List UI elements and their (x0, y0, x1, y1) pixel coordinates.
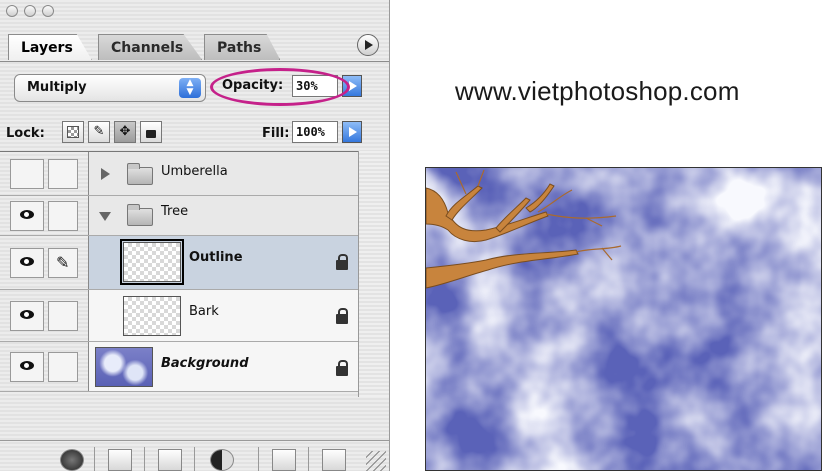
expand-triangle-icon[interactable] (101, 168, 110, 180)
fill-input[interactable]: 100% (292, 121, 338, 143)
visibility-toggle[interactable] (10, 300, 44, 331)
link-toggle[interactable] (48, 351, 78, 382)
layer-name: Outline (189, 250, 243, 265)
up-down-arrows-icon: ▲ ▼ (179, 78, 201, 98)
eye-icon (20, 360, 34, 370)
link-toggle[interactable] (48, 300, 78, 331)
toolbar-divider (308, 447, 309, 471)
eye-icon (20, 209, 34, 219)
layers-list: Umberella Tree ✎ Outline Bark Background (0, 151, 389, 397)
link-toggle[interactable]: ✎ (48, 247, 78, 278)
tab-paths[interactable]: Paths (204, 34, 281, 60)
collapse-triangle-icon[interactable] (99, 212, 111, 221)
layer-name: Background (161, 356, 249, 371)
toolbar-divider (144, 447, 145, 471)
paintbrush-icon: ✎ (56, 252, 70, 272)
eye-icon (20, 256, 34, 266)
layer-content: Outline (88, 236, 358, 289)
folder-icon (127, 204, 153, 226)
lock-position-button[interactable]: ✥ (114, 121, 136, 143)
toolbar-divider (94, 447, 95, 471)
tab-divider (0, 61, 389, 62)
tab-layers[interactable]: Layers (8, 34, 92, 60)
adjustment-layer-button[interactable] (210, 449, 234, 471)
visibility-toggle[interactable] (10, 247, 44, 278)
blend-mode-value: Multiply (27, 80, 87, 95)
layer-thumbnail (95, 347, 153, 387)
close-window-button[interactable] (6, 5, 18, 17)
fill-slider-button[interactable] (342, 121, 362, 143)
layers-palette: Layers Channels Paths Multiply ▲ ▼ Opacit… (0, 0, 390, 471)
lock-icon (146, 130, 156, 138)
palette-bottom-toolbar (0, 440, 389, 471)
visibility-toggle[interactable] (10, 200, 44, 231)
layer-row-umberella[interactable]: Umberella (0, 152, 358, 196)
visibility-toggle[interactable] (10, 351, 44, 382)
toolbar-divider (194, 447, 195, 471)
layer-name: Bark (189, 304, 219, 319)
visibility-toggle[interactable] (10, 158, 44, 189)
zoom-window-button[interactable] (42, 5, 54, 17)
lock-icon (336, 360, 348, 376)
lock-icon (336, 254, 348, 270)
link-toggle[interactable] (48, 200, 78, 231)
lock-transparency-button[interactable] (62, 121, 84, 143)
move-icon: ✥ (119, 124, 131, 139)
layer-thumbnail (120, 239, 184, 285)
lock-image-pixels-button[interactable]: ✎ (88, 121, 110, 143)
layer-content: Tree (88, 196, 358, 235)
lock-icon (336, 308, 348, 324)
layer-thumbnail (123, 296, 181, 336)
link-toggle[interactable] (48, 158, 78, 189)
trash-icon[interactable] (322, 449, 346, 471)
new-layer-button[interactable] (272, 449, 296, 471)
layer-content: Umberella (88, 152, 358, 195)
brush-icon: ✎ (93, 124, 105, 139)
palette-titlebar (0, 0, 389, 26)
lock-label: Lock: (6, 126, 45, 141)
new-group-button[interactable] (158, 449, 182, 471)
layer-name: Tree (161, 204, 189, 219)
tab-channels[interactable]: Channels (98, 34, 203, 60)
eye-icon (20, 309, 34, 319)
minimize-window-button[interactable] (24, 5, 36, 17)
layer-style-button[interactable] (60, 449, 84, 471)
website-url: www.vietphotoshop.com (455, 76, 740, 106)
palette-menu-button[interactable] (357, 34, 379, 56)
checker-icon (67, 126, 79, 138)
resize-grip-icon[interactable] (366, 451, 386, 471)
layer-content: Bark (88, 290, 358, 341)
opacity-highlight-ring (210, 68, 350, 106)
folder-icon (127, 163, 153, 185)
add-mask-button[interactable] (108, 449, 132, 471)
layer-row-outline[interactable]: ✎ Outline (0, 236, 358, 290)
blend-mode-select[interactable]: Multiply ▲ ▼ (14, 74, 206, 102)
toolbar-divider (258, 447, 259, 471)
layer-row-background[interactable]: Background (0, 342, 358, 392)
lock-all-button[interactable] (140, 121, 162, 143)
layer-row-bark[interactable]: Bark (0, 290, 358, 342)
layer-name: Umberella (161, 164, 228, 179)
layers-scrollbar[interactable] (358, 151, 389, 397)
clouds-image (426, 168, 821, 470)
palette-tabs: Layers Channels Paths (0, 26, 389, 62)
layer-row-tree[interactable]: Tree (0, 196, 358, 236)
image-canvas (425, 167, 822, 471)
layer-content: Background (88, 342, 358, 391)
fill-label: Fill: (262, 126, 290, 141)
